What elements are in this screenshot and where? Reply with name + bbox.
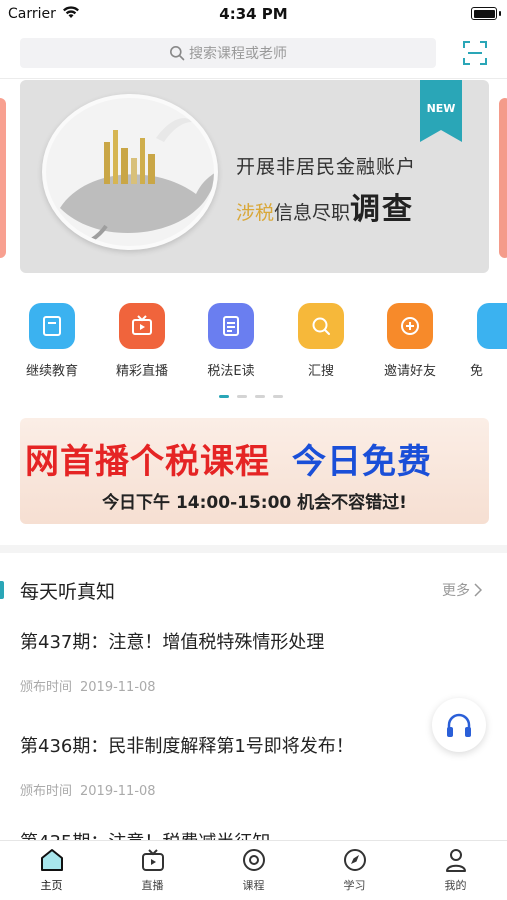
news-meta: 颁布时间 2019-11-08 [20,780,480,799]
quick-entry-row: 继续教育 精彩直播 税法E读 汇搜 邀请好友 免 [0,303,507,383]
quick-entry-label: 税法E读 [207,364,255,379]
quick-entry-search[interactable]: 汇搜 [281,303,361,379]
banner-highlight: 涉税 [236,202,275,224]
news-title: 第436期：民非制度解释第1号即将发布！ [20,736,354,757]
tab-label: 直播 [141,879,164,892]
section-title: 每天听真知 [20,581,116,603]
promo-headline-red: 网首播个税课程 [25,442,270,482]
tab-study[interactable]: 学习 [304,847,405,893]
quick-entry-continue-education[interactable]: 继续教育 [12,303,92,379]
status-time: 4:34 PM [219,5,288,23]
quick-entry-label: 免 [470,364,484,379]
search-icon [298,303,344,349]
new-badge-label: NEW [426,102,456,115]
more-link[interactable]: 更多 [442,580,482,600]
banner-big-word: 调查 [350,192,415,227]
more-label: 更多 [442,583,470,599]
carousel-prev-card[interactable] [0,98,6,258]
news-title: 第437期：注意！增值税特殊情形处理 [20,632,325,653]
whale-city-icon [60,118,214,246]
audio-player-button[interactable] [432,698,486,752]
page-dot [255,395,265,398]
plus-circle-icon [387,303,433,349]
tab-home[interactable]: 主页 [1,847,102,893]
quick-entry-partial[interactable]: 免 [460,303,507,379]
book-icon [29,303,75,349]
banner-carousel[interactable]: NEW 开展非居民金融账户 涉税信息尽职调查 [20,80,489,273]
banner-mid: 信息尽职 [274,202,351,224]
search-icon [170,46,185,61]
quick-entry-invite[interactable]: 邀请好友 [370,303,450,379]
tab-label: 学习 [343,879,366,892]
promo-banner[interactable]: 网首播个税课程 今日免费 今日下午 14:00-15:00 机会不容错过! [20,418,489,524]
quick-entry-live[interactable]: 精彩直播 [102,303,182,379]
promo-subline: 今日下午 14:00-15:00 机会不容错过! [102,493,407,513]
partial-icon [477,303,507,349]
tab-live[interactable]: 直播 [102,847,203,893]
quick-entry-tax-read[interactable]: 税法E读 [191,303,271,379]
banner-title-line2: 涉税信息尽职调查 [236,184,414,228]
header-divider [0,78,507,79]
search-input[interactable]: 搜索课程或老师 [20,38,436,68]
tab-label: 课程 [242,879,265,892]
tab-label: 我的 [444,879,467,892]
bottom-tab-bar: 主页 直播 课程 学习 我的 [0,840,507,900]
chevron-right-icon [474,583,482,597]
headphones-icon [447,713,471,737]
profile-icon [445,849,466,872]
compass-icon [343,849,366,871]
news-item[interactable]: 第436期：民非制度解释第1号即将发布！ 颁布时间 2019-11-08 [20,732,480,799]
tab-profile[interactable]: 我的 [405,847,506,893]
battery-icon [471,7,497,20]
news-meta-label: 颁布时间 [20,784,73,799]
home-icon [40,849,63,871]
quick-entry-label: 邀请好友 [383,364,436,379]
promo-headline: 网首播个税课程 今日免费 [25,434,432,483]
page-dot-active [219,395,229,398]
course-icon [242,849,265,871]
page-dot [273,395,283,398]
search-placeholder: 搜索课程或老师 [189,46,287,62]
banner-title-line1: 开展非居民金融账户 [236,156,417,178]
carousel-next-card[interactable] [499,98,507,258]
document-icon [208,303,254,349]
status-bar: Carrier 4:34 PM [0,0,507,30]
news-date: 2019-11-08 [80,680,156,695]
quick-entry-label: 汇搜 [307,364,334,379]
banner-illustration [42,94,218,250]
section-divider [0,545,507,553]
scan-icon[interactable] [462,40,488,66]
page-indicator [219,395,283,398]
quick-entry-label: 精彩直播 [115,364,168,379]
tab-label: 主页 [40,879,63,892]
tv-icon [119,303,165,349]
tab-courses[interactable]: 课程 [203,847,304,893]
quick-entry-label: 继续教育 [25,364,78,379]
news-item[interactable]: 第437期：注意！增值税特殊情形处理 颁布时间 2019-11-08 [20,628,480,695]
section-accent-bar [0,581,4,599]
page-dot [237,395,247,398]
tv-icon [141,849,164,871]
news-meta: 颁布时间 2019-11-08 [20,676,480,695]
promo-headline-blue: 今日免费 [292,442,432,482]
battery-tip [499,11,501,16]
news-date: 2019-11-08 [80,784,156,799]
news-meta-label: 颁布时间 [20,680,73,695]
